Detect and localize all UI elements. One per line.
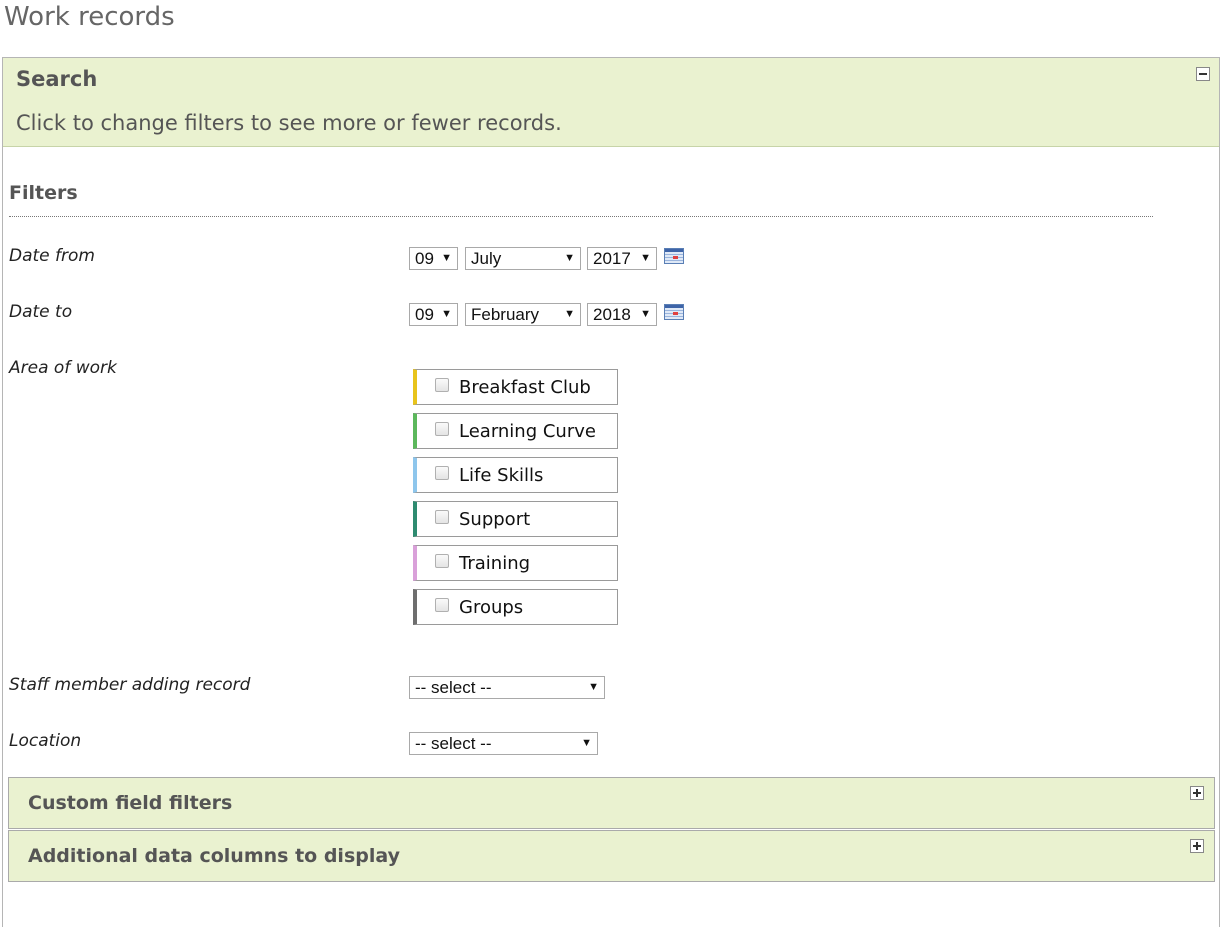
additional-columns-panel[interactable]: Additional data columns to display <box>8 830 1215 882</box>
search-subtitle: Click to change filters to see more or f… <box>16 111 562 135</box>
area-item-life-skills[interactable]: Life Skills <box>413 457 618 493</box>
expand-icon[interactable] <box>1190 786 1204 800</box>
checkbox[interactable] <box>435 466 449 480</box>
dropdown-arrow-icon: ▼ <box>640 252 651 264</box>
checkbox[interactable] <box>435 422 449 436</box>
date-from-year-select[interactable]: 2017 ▼ <box>587 247 657 270</box>
area-item-training[interactable]: Training <box>413 545 618 581</box>
area-item-breakfast-club[interactable]: Breakfast Club <box>413 369 618 405</box>
additional-columns-title: Additional data columns to display <box>28 845 400 867</box>
date-from-label: Date from <box>9 246 95 266</box>
filters-heading: Filters <box>9 182 78 204</box>
date-to-day-select[interactable]: 09 ▼ <box>409 303 458 326</box>
date-from-day-select[interactable]: 09 ▼ <box>409 247 458 270</box>
staff-member-value: -- select -- <box>415 678 492 697</box>
date-from-month-select[interactable]: July ▼ <box>465 247 581 270</box>
custom-field-filters-panel[interactable]: Custom field filters <box>8 777 1215 829</box>
date-from-year-value: 2017 <box>593 249 631 268</box>
checkbox[interactable] <box>435 554 449 568</box>
dropdown-arrow-icon: ▼ <box>564 252 575 264</box>
area-item-groups[interactable]: Groups <box>413 589 618 625</box>
calendar-icon[interactable] <box>664 304 684 320</box>
divider <box>9 216 1153 217</box>
date-to-month-select[interactable]: February ▼ <box>465 303 581 326</box>
dropdown-arrow-icon: ▼ <box>441 308 452 320</box>
search-panel-header[interactable]: Search Click to change filters to see mo… <box>3 58 1219 147</box>
area-item-label: Groups <box>459 597 524 618</box>
date-to-label: Date to <box>9 302 73 322</box>
area-item-label: Training <box>459 553 531 574</box>
date-to-month-value: February <box>471 305 540 324</box>
location-value: -- select -- <box>415 734 492 753</box>
custom-field-filters-title: Custom field filters <box>28 792 233 814</box>
date-to-day-value: 09 <box>415 305 434 324</box>
dropdown-arrow-icon: ▼ <box>588 681 599 693</box>
date-from-month-value: July <box>471 249 502 268</box>
area-item-label: Learning Curve <box>459 421 596 442</box>
location-select[interactable]: -- select -- ▼ <box>409 732 598 755</box>
collapse-icon[interactable] <box>1196 67 1210 81</box>
dropdown-arrow-icon: ▼ <box>441 252 452 264</box>
page-title: Work records <box>4 2 175 32</box>
checkbox[interactable] <box>435 510 449 524</box>
area-item-label: Support <box>459 509 531 530</box>
date-to-year-value: 2018 <box>593 305 631 324</box>
area-item-label: Life Skills <box>459 465 544 486</box>
dropdown-arrow-icon: ▼ <box>640 308 651 320</box>
area-item-label: Breakfast Club <box>459 377 591 398</box>
calendar-icon[interactable] <box>664 248 684 264</box>
date-from-day-value: 09 <box>415 249 434 268</box>
search-title: Search <box>16 67 98 91</box>
dropdown-arrow-icon: ▼ <box>581 737 592 749</box>
dropdown-arrow-icon: ▼ <box>564 308 575 320</box>
area-item-support[interactable]: Support <box>413 501 618 537</box>
expand-icon[interactable] <box>1190 839 1204 853</box>
staff-member-select[interactable]: -- select -- ▼ <box>409 676 605 699</box>
location-label: Location <box>9 731 82 751</box>
checkbox[interactable] <box>435 598 449 612</box>
checkbox[interactable] <box>435 378 449 392</box>
date-to-year-select[interactable]: 2018 ▼ <box>587 303 657 326</box>
staff-member-label: Staff member adding record <box>9 675 251 695</box>
area-item-learning-curve[interactable]: Learning Curve <box>413 413 618 449</box>
area-of-work-label: Area of work <box>9 358 117 378</box>
